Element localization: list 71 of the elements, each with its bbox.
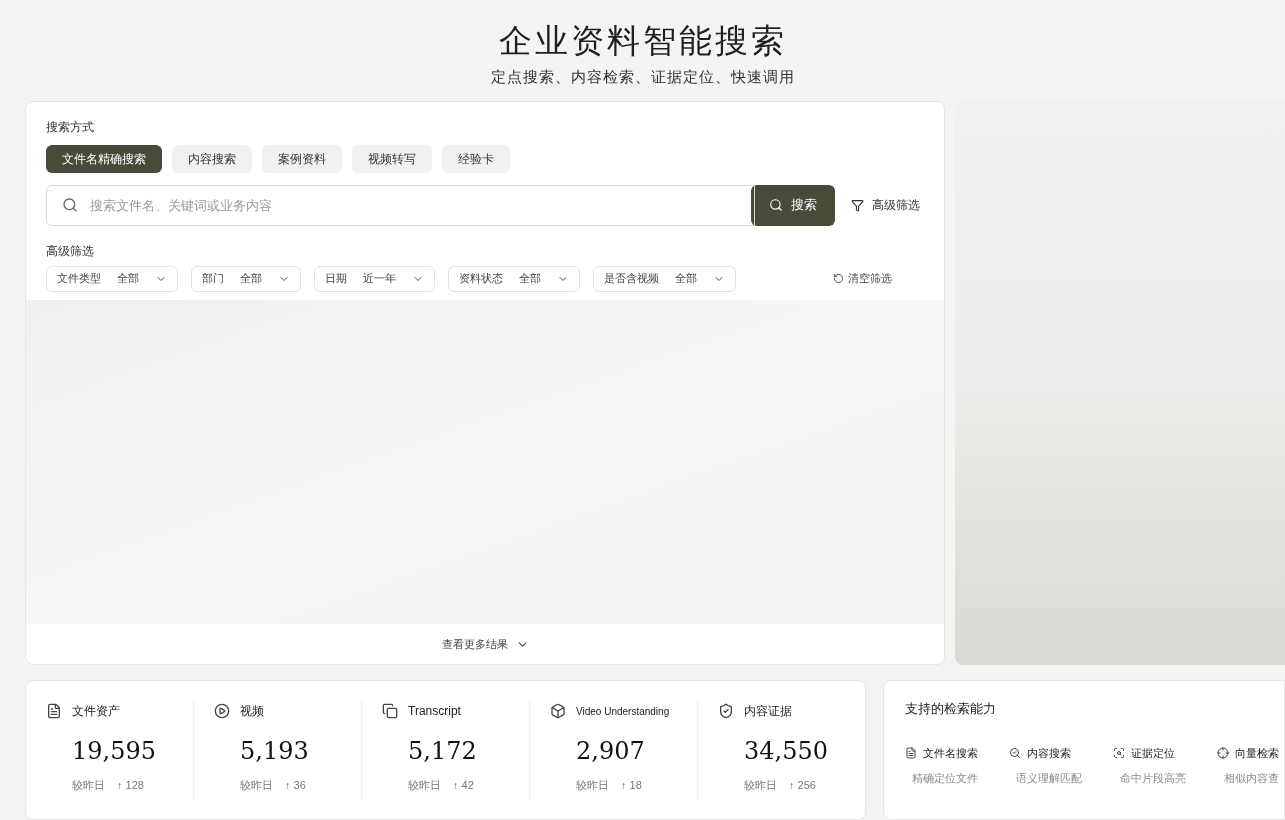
section-label: 高级筛选 [46,242,95,260]
crosshair-icon [1217,746,1229,759]
capability-name: 向量检索 [1235,745,1279,761]
filter-dropdown[interactable]: 是否含视频 全部 [593,265,736,292]
capability-name: 证据定位 [1131,745,1175,761]
mode-tab[interactable]: 案例资料 [262,144,342,173]
shield-icon [718,703,734,719]
search-icon [62,196,78,213]
reset-icon [833,273,844,284]
delta-value: ↑ 42 [453,778,474,793]
filter-name: 是否含视频 [604,271,659,287]
stat-value: 5,193 [240,736,310,767]
section-label: 搜索方式 [46,118,95,136]
capability-description: 相似内容查 [1224,771,1280,786]
capability-description: 语义理解匹配 [1016,771,1083,786]
stat-label: Video Understanding [576,704,670,719]
document-icon [905,746,917,759]
stat-label: 文件资产 [72,703,120,720]
delta-value: ↑ 128 [117,778,144,793]
filter-dropdown[interactable]: 文件类型 全部 [46,265,178,292]
filter-value: 全部 [675,271,697,287]
stat-label: 视频 [240,703,264,720]
filter-name: 文件类型 [57,271,101,287]
delta-value: ↑ 256 [789,778,816,793]
search-icon [1009,746,1021,759]
mode-tab[interactable]: 内容搜索 [172,144,252,173]
capability-name: 内容搜索 [1027,745,1071,761]
search-field[interactable]: 搜索文件名、关键词或业务内容 [46,184,755,226]
cube-icon [550,703,566,719]
filter-name: 资料状态 [459,271,503,287]
mode-tab[interactable]: 文件名精确搜索 [46,144,162,173]
mode-tab[interactable]: 视频转写 [352,144,432,173]
target-icon [1113,746,1125,759]
page-subtitle: 定点搜索、内容检索、证据定位、快速调用 [490,67,795,88]
stat-value: 19,595 [72,736,157,767]
filter-name: 日期 [325,271,347,287]
stat-label: 内容证据 [744,703,792,720]
filter-name: 部门 [202,271,224,287]
stat-label: Transcript [408,703,461,720]
filter-dropdown[interactable]: 部门 全部 [191,265,301,292]
play-icon [214,703,230,719]
compare-label: 较昨日 [72,778,105,793]
filter-icon [851,198,864,212]
compare-label: 较昨日 [240,778,273,793]
compare-label: 较昨日 [576,778,609,793]
advanced-filter-link[interactable]: 高级筛选 [851,196,920,214]
filter-value: 全部 [117,271,139,287]
stat-value: 2,907 [576,736,646,767]
search-icon [769,198,783,212]
stat-value: 5,172 [408,736,478,767]
card-title: 支持的检索能力 [905,700,997,718]
filter-value: 近一年 [363,271,396,287]
delta-value: ↑ 18 [621,778,642,793]
filter-value: 全部 [240,271,262,287]
capability-name: 文件名搜索 [923,745,978,761]
capability-description: 命中片段高亮 [1120,771,1187,786]
more-results-link[interactable]: 查看更多结果 [441,635,529,653]
filter-dropdown[interactable]: 资料状态 全部 [448,265,580,292]
search-button[interactable]: 搜索 [751,184,835,226]
mode-tab[interactable]: 经验卡 [442,144,510,173]
capability-description: 精确定位文件 [912,771,979,786]
document-icon [46,703,62,719]
filter-value: 全部 [519,271,541,287]
filter-dropdown[interactable]: 日期 近一年 [314,265,435,292]
page-title: 企业资料智能搜索 [498,20,787,62]
stat-value: 34,550 [744,736,829,767]
compare-label: 较昨日 [408,778,441,793]
compare-label: 较昨日 [744,778,777,793]
clear-filters-button[interactable]: 清空筛选 [833,270,892,287]
delta-value: ↑ 36 [285,778,306,793]
copy-icon [382,703,398,719]
